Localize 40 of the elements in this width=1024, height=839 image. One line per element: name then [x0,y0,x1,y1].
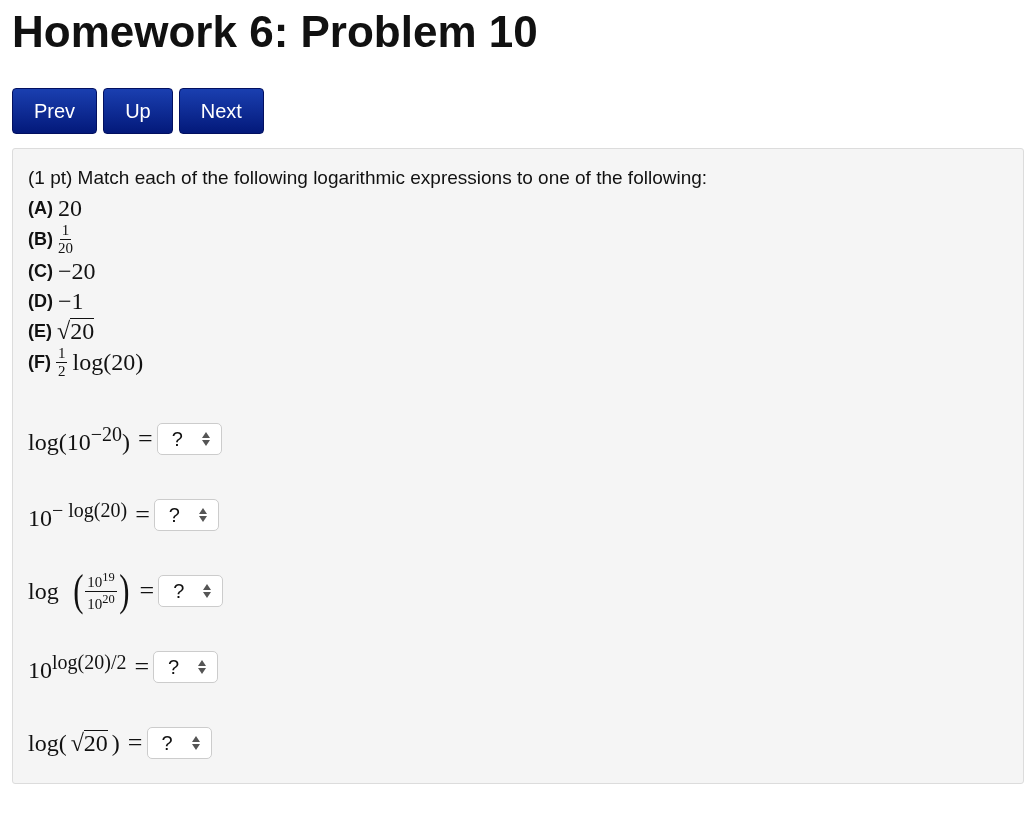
answer-dropdown[interactable]: ? [156,423,222,455]
fraction: 1 2 [56,346,68,379]
equals-sign: = [134,652,150,682]
square-root: √20 [57,317,95,345]
choice-label: (E) [28,320,52,342]
nav-button[interactable]: Up [103,88,173,134]
equals-sign: = [137,424,153,454]
math-expression: −1 [58,287,84,315]
math-expression: 10$^{− log(20)}$ [28,498,128,532]
choice-label: (C) [28,260,53,282]
choice-label: (B) [28,229,53,250]
equals-sign: = [135,500,150,530]
equals-sign: = [127,728,143,758]
math-expression: log(20) [72,349,144,376]
updown-arrows-icon [190,735,201,751]
math-expression: log(10$^{−20}$) [28,422,130,456]
fraction: 1 20 [58,223,73,256]
choice-label: (F) [28,352,51,373]
updown-arrows-icon [200,431,211,447]
square-root: √20 [70,729,108,757]
math-expression: 10$^{log(20)/2}$ [28,650,127,684]
answer-dropdown[interactable]: ? [158,575,224,607]
answer-dropdown[interactable]: ? [153,499,219,531]
choice-label: (D) [28,290,53,312]
math-expression: 20 [58,194,82,222]
answer-dropdown[interactable]: ? [146,727,212,759]
answer-dropdown[interactable]: ? [153,651,219,683]
updown-arrows-icon [197,659,208,675]
math-expression: −20 [58,257,96,285]
equals-sign: = [139,576,155,606]
problem-text: (1 pt) Match each of the following logarithmic expressions to one of the following: [28,167,709,189]
nav-button[interactable]: Next [178,88,264,134]
nav-button[interactable]: Prev [12,88,98,134]
updown-arrows-icon [202,583,213,599]
updown-arrows-icon [197,507,208,523]
page-title: Homework 6: Problem 10 [12,6,539,58]
math-expression: log( [28,729,67,757]
choice-label: (A) [28,197,53,219]
math-expression: log [28,577,59,605]
math-expression: ) [111,729,120,757]
